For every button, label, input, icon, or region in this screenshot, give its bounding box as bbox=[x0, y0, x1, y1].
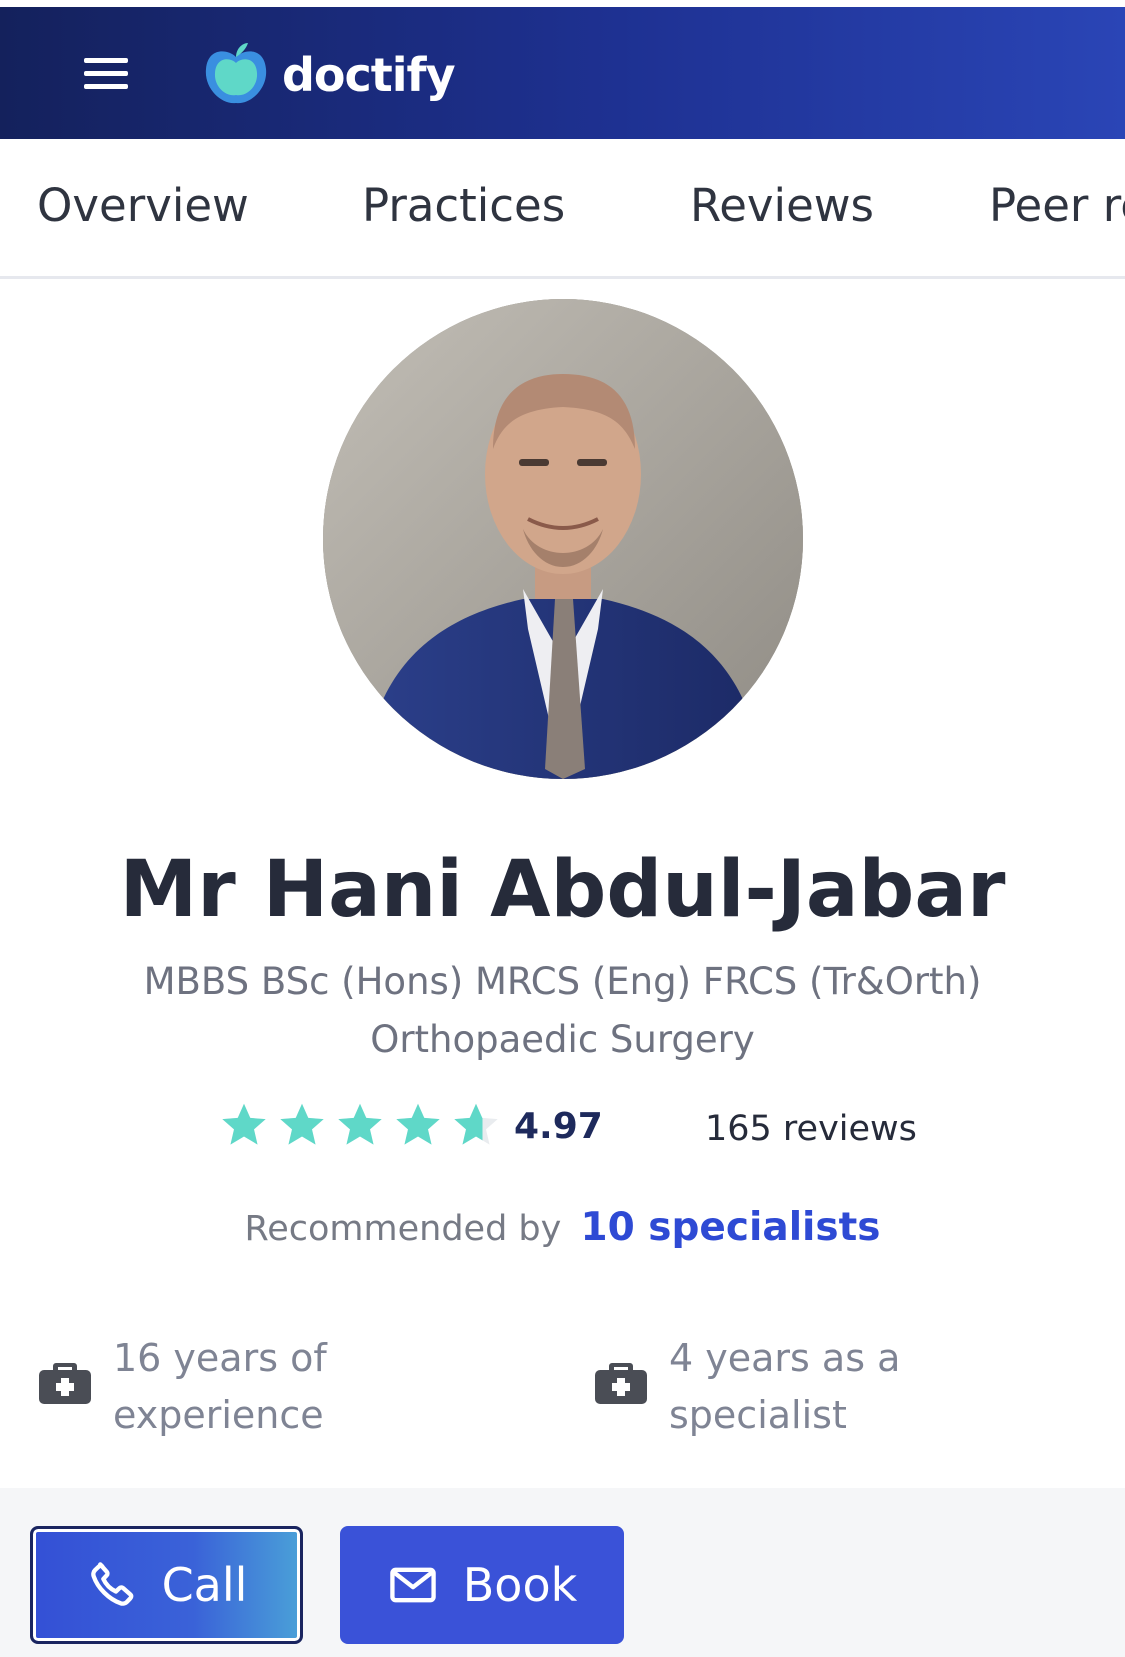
experience-stat: 16 years of experience bbox=[37, 1330, 413, 1444]
profile-tabs: Overview Practices Reviews Peer re bbox=[0, 139, 1125, 279]
qualifications: MBBS BSc (Hons) MRCS (Eng) FRCS (Tr&Orth… bbox=[143, 960, 982, 1003]
medical-briefcase-icon bbox=[39, 1363, 91, 1404]
book-label: Book bbox=[462, 1558, 578, 1612]
rating-value: 4.97 bbox=[514, 1106, 603, 1147]
tab-practices[interactable]: Practices bbox=[362, 179, 565, 232]
call-button[interactable]: Call bbox=[30, 1526, 303, 1644]
tab-peer-recommendations[interactable]: Peer re bbox=[989, 179, 1125, 232]
brand-name: doctify bbox=[282, 48, 456, 102]
apple-heart-logo-icon bbox=[205, 43, 267, 104]
specialty: Orthopaedic Surgery bbox=[370, 1018, 755, 1061]
experience-line1: 16 years of bbox=[113, 1336, 327, 1380]
star-icon bbox=[280, 1103, 324, 1145]
mail-icon bbox=[390, 1567, 436, 1603]
recommended-by: Recommended by 10 specialists bbox=[0, 1205, 1125, 1250]
tab-overview[interactable]: Overview bbox=[37, 179, 249, 232]
reviews-count-link[interactable]: 165 reviews bbox=[705, 1109, 917, 1149]
recommended-specialists-link[interactable]: 10 specialists bbox=[580, 1205, 880, 1250]
medical-briefcase-icon bbox=[595, 1363, 647, 1404]
star-icon bbox=[454, 1103, 498, 1145]
experience-line2: experience bbox=[113, 1393, 324, 1437]
star-rating bbox=[218, 1100, 502, 1152]
hamburger-menu-icon[interactable] bbox=[84, 58, 128, 90]
doctor-avatar bbox=[323, 299, 803, 779]
specialist-line2: specialist bbox=[669, 1393, 847, 1437]
recommended-label: Recommended by bbox=[244, 1209, 562, 1249]
doctor-name: Mr Hani Abdul-Jabar bbox=[119, 845, 1006, 935]
tab-reviews[interactable]: Reviews bbox=[690, 179, 874, 232]
doctor-portrait bbox=[323, 299, 803, 779]
call-label: Call bbox=[161, 1558, 248, 1612]
star-icon bbox=[338, 1103, 382, 1145]
specialist-stat: 4 years as a specialist bbox=[593, 1330, 969, 1444]
specialist-line1: 4 years as a bbox=[669, 1336, 901, 1380]
doctify-logo[interactable]: doctify bbox=[200, 40, 456, 110]
book-button[interactable]: Book bbox=[340, 1526, 624, 1644]
star-icon bbox=[396, 1103, 440, 1145]
star-icon bbox=[222, 1103, 266, 1145]
phone-icon bbox=[90, 1562, 133, 1606]
top-app-bar: doctify bbox=[0, 0, 1125, 139]
